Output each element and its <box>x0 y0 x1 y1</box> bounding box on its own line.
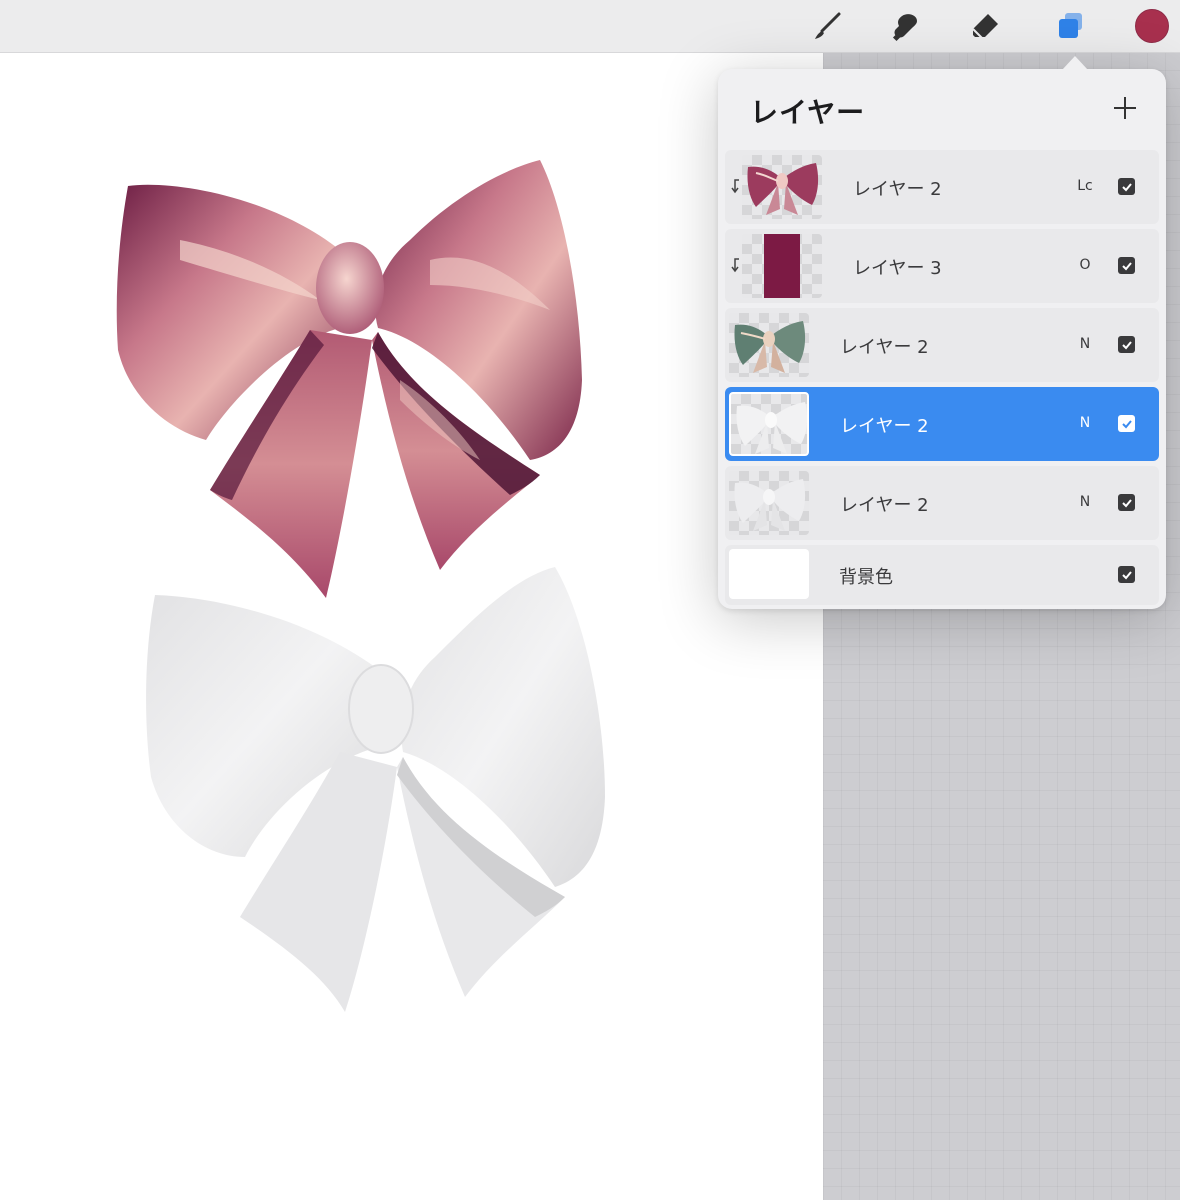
layer-thumbnail <box>729 392 809 456</box>
layer-row[interactable]: レイヤー 2 N <box>725 466 1159 540</box>
drawing-canvas[interactable] <box>0 52 823 1200</box>
blend-mode-label[interactable]: N <box>1073 415 1097 431</box>
clipping-mask-icon <box>731 179 739 194</box>
pink-bow-thumbnail <box>747 163 819 215</box>
checkmark-icon <box>1121 340 1132 349</box>
gray-bow-thumbnail <box>734 479 806 531</box>
clipping-mask-icon <box>731 258 739 273</box>
layer-name: レイヤー 2 <box>840 495 929 516</box>
visibility-checkbox[interactable] <box>1118 566 1135 583</box>
layer-thumbnail <box>729 313 809 377</box>
teal-bow-thumbnail <box>734 321 806 373</box>
layers-panel-title: レイヤー <box>750 96 866 129</box>
blend-mode-label[interactable]: N <box>1073 336 1097 352</box>
eraser-icon <box>972 14 998 39</box>
checkmark-icon <box>1121 182 1132 191</box>
checkmark-icon <box>1121 261 1132 270</box>
smudge-tool-button[interactable] <box>886 6 926 46</box>
top-toolbar <box>0 0 1180 53</box>
color-fill-thumbnail <box>764 234 800 298</box>
layer-name: レイヤー 3 <box>853 258 942 279</box>
panel-pointer <box>1062 56 1088 70</box>
layer-row[interactable]: レイヤー 2 Lc <box>725 150 1159 224</box>
visibility-checkbox[interactable] <box>1118 415 1135 432</box>
layer-thumbnail <box>729 471 809 535</box>
gray-bow-artwork <box>146 567 605 1012</box>
background-color-row[interactable]: 背景色 <box>725 545 1159 605</box>
brush-icon <box>815 12 841 39</box>
layer-name: レイヤー 2 <box>840 416 929 437</box>
layer-thumbnail <box>742 234 822 298</box>
layer-row[interactable]: レイヤー 3 O <box>725 229 1159 303</box>
gray-bow-thumbnail <box>736 402 807 454</box>
brush-tool-button[interactable] <box>807 6 847 46</box>
layer-name: レイヤー 2 <box>840 337 929 358</box>
blend-mode-label[interactable]: O <box>1073 257 1097 273</box>
eraser-tool-button[interactable] <box>966 6 1006 46</box>
blend-mode-label[interactable]: Lc <box>1073 178 1097 194</box>
visibility-checkbox[interactable] <box>1118 494 1135 511</box>
layer-row-selected[interactable]: レイヤー 2 N <box>725 387 1159 461</box>
checkmark-icon <box>1121 570 1132 579</box>
visibility-checkbox[interactable] <box>1118 336 1135 353</box>
layer-row[interactable]: レイヤー 2 N <box>725 308 1159 382</box>
layers-panel: レイヤー レイヤー 2 Lc レイヤー 3 O レイヤー 2 N レイヤー 2 … <box>718 69 1166 609</box>
layers-icon <box>1059 13 1082 38</box>
layer-thumbnail <box>742 155 822 219</box>
add-layer-button[interactable] <box>1110 93 1140 123</box>
checkmark-icon <box>1121 419 1132 428</box>
current-color-swatch[interactable] <box>1135 9 1169 43</box>
background-layer-name: 背景色 <box>839 567 893 588</box>
smudge-icon <box>892 14 917 42</box>
plus-icon <box>1114 97 1136 119</box>
blend-mode-label[interactable]: N <box>1073 494 1097 510</box>
layers-tool-button[interactable] <box>1050 6 1090 46</box>
layer-name: レイヤー 2 <box>853 179 942 200</box>
visibility-checkbox[interactable] <box>1118 178 1135 195</box>
background-color-thumbnail <box>729 549 809 599</box>
pink-bow-artwork <box>116 160 582 598</box>
checkmark-icon <box>1121 498 1132 507</box>
visibility-checkbox[interactable] <box>1118 257 1135 274</box>
